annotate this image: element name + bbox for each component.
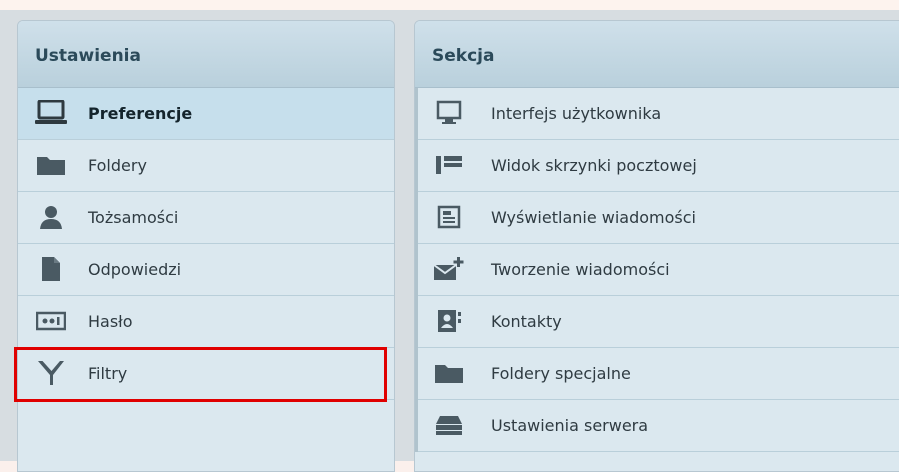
top-strip: [0, 0, 899, 10]
section-item-label: Interfejs użytkownika: [491, 104, 662, 123]
folder-icon: [35, 151, 67, 179]
laptop-icon: [35, 99, 67, 127]
filter-icon: [35, 359, 67, 387]
section-item-label: Tworzenie wiadomości: [491, 260, 670, 279]
section-item-contacts[interactable]: Kontakty: [418, 296, 899, 348]
section-item-special-folders[interactable]: Foldery specjalne: [418, 348, 899, 400]
folder-icon: [433, 359, 465, 387]
settings-item-label: Odpowiedzi: [88, 260, 182, 279]
settings-item-label: Preferencje: [88, 104, 193, 123]
settings-item-responses[interactable]: Odpowiedzi: [18, 244, 394, 296]
user-icon: [35, 203, 67, 231]
settings-item-label: Filtry: [88, 364, 128, 383]
compose-mail-icon: [433, 255, 465, 283]
section-item-user-interface[interactable]: Interfejs użytkownika: [418, 88, 899, 140]
section-panel-title: Sekcja: [415, 21, 899, 88]
section-list: Interfejs użytkownika Widok skrzynki poc…: [415, 88, 899, 452]
section-item-mailbox-view[interactable]: Widok skrzynki pocztowej: [418, 140, 899, 192]
settings-item-label: Tożsamości: [88, 208, 179, 227]
settings-item-preferences[interactable]: Preferencje: [18, 88, 394, 140]
settings-list: Preferencje Foldery Tożsamości Odpowiedz…: [18, 88, 394, 400]
document-icon: [35, 255, 67, 283]
server-icon: [433, 411, 465, 439]
settings-panel-title: Ustawienia: [18, 21, 394, 88]
mailbox-view-icon: [433, 151, 465, 179]
section-item-server-settings[interactable]: Ustawienia serwera: [418, 400, 899, 452]
settings-item-filters[interactable]: Filtry: [18, 348, 394, 400]
contacts-icon: [433, 307, 465, 335]
section-item-label: Foldery specjalne: [491, 364, 631, 383]
password-icon: [35, 307, 67, 335]
settings-item-folders[interactable]: Foldery: [18, 140, 394, 192]
settings-item-label: Hasło: [88, 312, 133, 331]
settings-panel: Ustawienia Preferencje Foldery Tożsamośc…: [17, 20, 395, 472]
section-item-label: Ustawienia serwera: [491, 416, 649, 435]
settings-item-identities[interactable]: Tożsamości: [18, 192, 394, 244]
monitor-icon: [433, 99, 465, 127]
settings-item-label: Foldery: [88, 156, 147, 175]
section-item-label: Wyświetlanie wiadomości: [491, 208, 696, 227]
section-item-compose[interactable]: Tworzenie wiadomości: [418, 244, 899, 296]
section-item-label: Kontakty: [491, 312, 562, 331]
section-item-label: Widok skrzynki pocztowej: [491, 156, 697, 175]
settings-item-password[interactable]: Hasło: [18, 296, 394, 348]
message-display-icon: [433, 203, 465, 231]
section-panel: Sekcja Interfejs użytkownika Widok skrzy: [414, 20, 899, 472]
section-item-message-display[interactable]: Wyświetlanie wiadomości: [418, 192, 899, 244]
